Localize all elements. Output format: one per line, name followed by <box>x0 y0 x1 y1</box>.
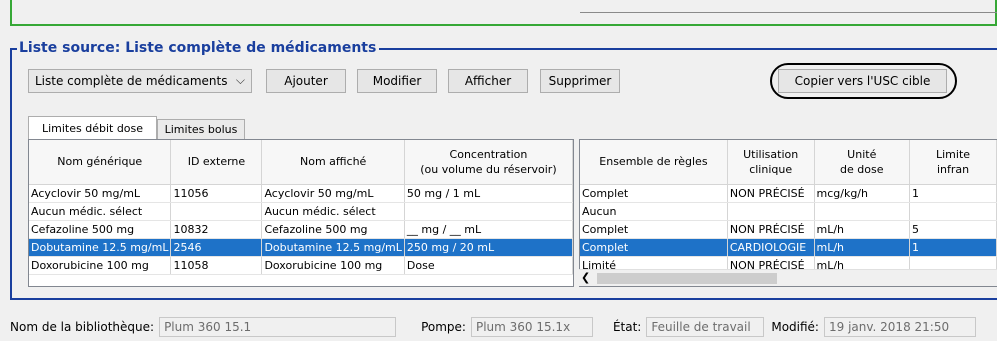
cell-dose-unit: mL/h <box>814 238 911 257</box>
scroll-left-icon[interactable]: ❮ <box>581 271 590 284</box>
table-row[interactable]: Aucun médic. sélect Aucun médic. sélect <box>29 202 573 221</box>
cell-lower-limit: 1 <box>909 184 997 203</box>
column-header-lower-limit[interactable]: Limite infran <box>909 140 997 185</box>
table-row[interactable]: Doxorubicine 100 mg 11058 Doxorubicine 1… <box>29 256 573 275</box>
cell-display-name: Aucun médic. sélect <box>261 202 405 221</box>
cell-lower-limit: 1 <box>909 238 997 257</box>
cell-lower-limit: 5 <box>909 220 997 239</box>
cell-clinical-use: NON PRÉCISÉ <box>727 220 815 239</box>
cell-generic-name: Aucun médic. sélect <box>29 202 172 221</box>
column-header-dose-unit[interactable]: Unité de dose <box>814 140 911 185</box>
pump-label: Pompe: <box>421 319 466 334</box>
state-field: Feuille de travail <box>646 316 765 337</box>
cell-dose-unit <box>814 202 911 221</box>
status-bar: Nom de la bibliothèque: Plum 360 15.1 Po… <box>0 312 997 341</box>
tab-dose-rate-limits[interactable]: Limites débit dose <box>28 116 157 139</box>
cell-concentration: 250 mg / 20 mL <box>404 238 573 257</box>
cell-clinical-use: CARDIOLOGIE <box>727 238 815 257</box>
cell-concentration: 50 mg / 1 mL <box>404 184 573 203</box>
table-row[interactable]: Aucun <box>580 202 997 221</box>
previous-panel-border <box>10 0 997 26</box>
cell-generic-name: Doxorubicine 100 mg <box>29 256 172 275</box>
cell-concentration: __ mg / __ mL <box>404 220 573 239</box>
cell-generic-name: Cefazoline 500 mg <box>29 220 172 239</box>
column-header-display-name[interactable]: Nom affiché <box>261 140 405 185</box>
cell-display-name: Dobutamine 12.5 mg/mL <box>261 238 405 257</box>
drug-table: Nom générique ID externe Nom affiché Con… <box>28 139 574 287</box>
table-row[interactable]: Complet NON PRÉCISÉ mcg/kg/h 1 <box>580 184 997 203</box>
view-button[interactable]: Afficher <box>448 69 528 93</box>
table-row[interactable]: Cefazoline 500 mg 10832 Cefazoline 500 m… <box>29 220 573 239</box>
highlight-oval <box>770 63 957 99</box>
cell-display-name: Doxorubicine 100 mg <box>261 256 405 275</box>
column-header-generic-name[interactable]: Nom générique <box>29 140 172 185</box>
cell-rule-set: Aucun <box>580 202 728 221</box>
cell-rule-set: Complet <box>580 238 728 257</box>
cell-rule-set: Complet <box>580 184 728 203</box>
library-name-label: Nom de la bibliothèque: <box>10 319 155 334</box>
list-select-value: Liste complète de médicaments <box>35 74 228 88</box>
cell-external-id: 11058 <box>170 256 263 275</box>
table-row[interactable]: Acyclovir 50 mg/mL 11056 Acyclovir 50 mg… <box>29 184 573 203</box>
cell-concentration <box>404 202 573 221</box>
library-name-field: Plum 360 15.1 <box>159 316 397 337</box>
add-button[interactable]: Ajouter <box>266 69 346 93</box>
column-header-external-id[interactable]: ID externe <box>170 140 263 185</box>
cell-dose-unit: mcg/kg/h <box>814 184 911 203</box>
delete-button[interactable]: Supprimer <box>540 69 620 93</box>
table-row-selected[interactable]: Dobutamine 12.5 mg/mL 2546 Dobutamine 12… <box>29 238 573 257</box>
group-title: Liste source: Liste complète de médicame… <box>17 39 380 57</box>
column-header-clinical-use[interactable]: Utilisation clinique <box>727 140 815 185</box>
tab-bolus-limits[interactable]: Limites bolus <box>157 119 245 139</box>
cell-generic-name: Acyclovir 50 mg/mL <box>29 184 172 203</box>
scroll-thumb[interactable] <box>597 273 777 284</box>
list-select[interactable]: Liste complète de médicaments ⌵ <box>28 69 252 93</box>
cell-display-name: Acyclovir 50 mg/mL <box>261 184 405 203</box>
rules-table: Ensemble de règles Utilisation clinique … <box>579 139 997 287</box>
cell-lower-limit <box>909 202 997 221</box>
cell-rule-set: Complet <box>580 220 728 239</box>
table-row[interactable]: Complet NON PRÉCISÉ mL/h 5 <box>580 220 997 239</box>
cell-external-id <box>170 202 263 221</box>
cell-clinical-use: NON PRÉCISÉ <box>727 184 815 203</box>
modified-label: Modifié: <box>771 319 819 334</box>
column-header-concentration[interactable]: Concentration (ou volume du réservoir) <box>404 140 573 185</box>
state-label: État: <box>612 319 642 334</box>
cell-external-id: 2546 <box>170 238 263 257</box>
cell-display-name: Cefazoline 500 mg <box>261 220 405 239</box>
divider <box>580 12 997 13</box>
chevron-down-icon: ⌵ <box>235 73 245 87</box>
cell-clinical-use <box>727 202 815 221</box>
column-header-rule-set[interactable]: Ensemble de règles <box>580 140 728 185</box>
cell-generic-name: Dobutamine 12.5 mg/mL <box>29 238 172 257</box>
modify-button[interactable]: Modifier <box>357 69 437 93</box>
cell-external-id: 10832 <box>170 220 263 239</box>
cell-concentration: Dose <box>404 256 573 275</box>
table-row-selected[interactable]: Complet CARDIOLOGIE mL/h 1 <box>580 238 997 257</box>
cell-external-id: 11056 <box>170 184 263 203</box>
modified-field: 19 janv. 2018 21:50 <box>823 316 976 337</box>
cell-dose-unit: mL/h <box>814 220 911 239</box>
horizontal-scrollbar[interactable]: ❮ <box>579 269 997 286</box>
pump-field: Plum 360 15.1x <box>470 316 593 337</box>
